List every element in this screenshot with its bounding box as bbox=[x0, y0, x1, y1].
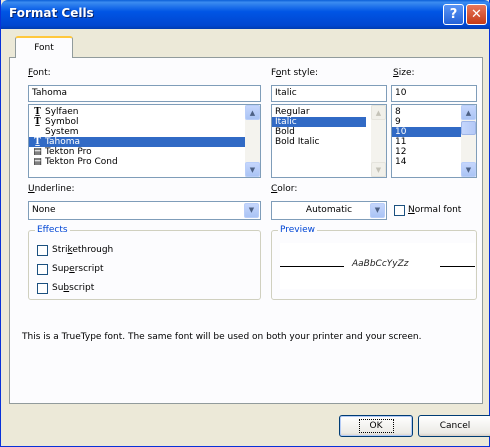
font-style-label: Font style: bbox=[271, 68, 319, 78]
font-list-item[interactable]: ▤ Tekton Pro bbox=[29, 147, 245, 157]
font-style-item-selected[interactable]: Italic bbox=[272, 117, 366, 127]
font-style-input[interactable]: Italic bbox=[271, 85, 387, 102]
ok-button[interactable]: OK bbox=[339, 415, 413, 437]
font-label: Font: bbox=[28, 68, 51, 78]
preview-group-title: Preview bbox=[278, 225, 318, 235]
font-style-list[interactable]: Regular Italic Bold Bold Italic ▲ ▼ bbox=[271, 104, 387, 178]
scroll-down-icon[interactable]: ▼ bbox=[461, 162, 476, 177]
size-list-scrollbar[interactable]: ▲ ▼ bbox=[461, 105, 476, 177]
size-list[interactable]: 8 9 10 11 12 14 ▲ ▼ bbox=[391, 104, 477, 178]
font-list-item[interactable]: System bbox=[29, 127, 245, 137]
font-tab-panel: Font: Tahoma T̲ Sylfaen T̲ Symbol System T… bbox=[9, 57, 483, 404]
normal-font-label[interactable]: Normal font bbox=[408, 205, 461, 215]
scroll-down-icon[interactable]: ▼ bbox=[245, 162, 260, 177]
printer-font-icon: ▤ bbox=[33, 157, 42, 167]
truetype-icon: T̲ bbox=[34, 107, 41, 117]
color-select[interactable]: Automatic ▼ bbox=[271, 201, 387, 220]
help-icon: ? bbox=[449, 7, 458, 22]
size-item[interactable]: 9 bbox=[392, 117, 462, 127]
size-label: Size: bbox=[393, 68, 415, 78]
close-button[interactable]: ✕ bbox=[466, 4, 487, 25]
font-style-item[interactable]: Bold Italic bbox=[272, 137, 366, 147]
font-style-item[interactable]: Regular bbox=[272, 107, 366, 117]
truetype-icon: T̲ bbox=[34, 137, 41, 147]
size-item[interactable]: 14 bbox=[392, 157, 462, 167]
chevron-down-icon[interactable]: ▼ bbox=[370, 203, 385, 218]
normal-font-checkbox[interactable] bbox=[394, 205, 405, 216]
underline-label: Underline: bbox=[28, 184, 75, 194]
printer-font-icon: ▤ bbox=[33, 147, 42, 157]
truetype-icon: T̲ bbox=[34, 117, 41, 127]
size-item-selected[interactable]: 10 bbox=[392, 127, 462, 137]
effects-group-title: Effects bbox=[35, 225, 70, 235]
font-list-item[interactable]: T̲ Sylfaen bbox=[29, 107, 245, 117]
font-list[interactable]: T̲ Sylfaen T̲ Symbol System T̲ Tahoma ▤ Tekt… bbox=[28, 104, 261, 178]
font-list-item-selected[interactable]: T̲ Tahoma bbox=[29, 137, 245, 147]
tab-font[interactable]: Font bbox=[15, 36, 73, 58]
window-title: Format Cells bbox=[9, 6, 94, 20]
strikethrough-checkbox[interactable] bbox=[37, 245, 48, 256]
tab-font-label: Font bbox=[34, 43, 54, 53]
font-list-scrollbar[interactable]: ▲ ▼ bbox=[245, 105, 260, 177]
font-info-text: This is a TrueType font. The same font w… bbox=[22, 332, 422, 342]
scroll-up-icon: ▲ bbox=[371, 105, 386, 120]
font-list-item[interactable]: ▤ Tekton Pro Cond bbox=[29, 157, 245, 167]
scroll-thumb[interactable] bbox=[461, 121, 476, 135]
preview-sample: AaBbCcYyZz bbox=[352, 259, 409, 269]
font-style-scrollbar[interactable]: ▲ ▼ bbox=[371, 105, 386, 177]
size-item[interactable]: 11 bbox=[392, 137, 462, 147]
size-item[interactable]: 8 bbox=[392, 107, 462, 117]
cancel-button[interactable]: Cancel bbox=[418, 415, 490, 437]
font-name-input[interactable]: Tahoma bbox=[28, 85, 261, 102]
scroll-down-icon: ▼ bbox=[371, 162, 386, 177]
size-item[interactable]: 12 bbox=[392, 147, 462, 157]
format-cells-dialog: Format Cells ? ✕ Font Font: Tahoma T̲ Syl… bbox=[0, 0, 490, 447]
preview-baseline-right bbox=[440, 266, 475, 267]
preview-group: Preview AaBbCcYyZz bbox=[271, 225, 477, 300]
font-style-item[interactable]: Bold bbox=[272, 127, 366, 137]
scroll-up-icon[interactable]: ▲ bbox=[245, 105, 260, 120]
strikethrough-label[interactable]: Strikethrough bbox=[52, 245, 113, 255]
chevron-down-icon[interactable]: ▼ bbox=[244, 203, 259, 218]
underline-select[interactable]: None ▼ bbox=[28, 201, 261, 220]
size-input[interactable]: 10 bbox=[391, 85, 477, 102]
effects-group: Effects Strikethrough Superscript Subscr… bbox=[28, 225, 261, 300]
superscript-label[interactable]: Superscript bbox=[52, 264, 103, 274]
close-icon: ✕ bbox=[471, 7, 482, 22]
preview-area: AaBbCcYyZz bbox=[280, 243, 475, 289]
help-button[interactable]: ? bbox=[443, 4, 464, 25]
preview-baseline-left bbox=[280, 266, 344, 267]
subscript-checkbox[interactable] bbox=[37, 283, 48, 294]
color-label: Color: bbox=[271, 184, 298, 194]
subscript-label[interactable]: Subscript bbox=[52, 283, 94, 293]
scroll-up-icon[interactable]: ▲ bbox=[461, 105, 476, 120]
title-bar[interactable]: Format Cells ? ✕ bbox=[1, 0, 490, 29]
superscript-checkbox[interactable] bbox=[37, 264, 48, 275]
font-list-item[interactable]: T̲ Symbol bbox=[29, 117, 245, 127]
